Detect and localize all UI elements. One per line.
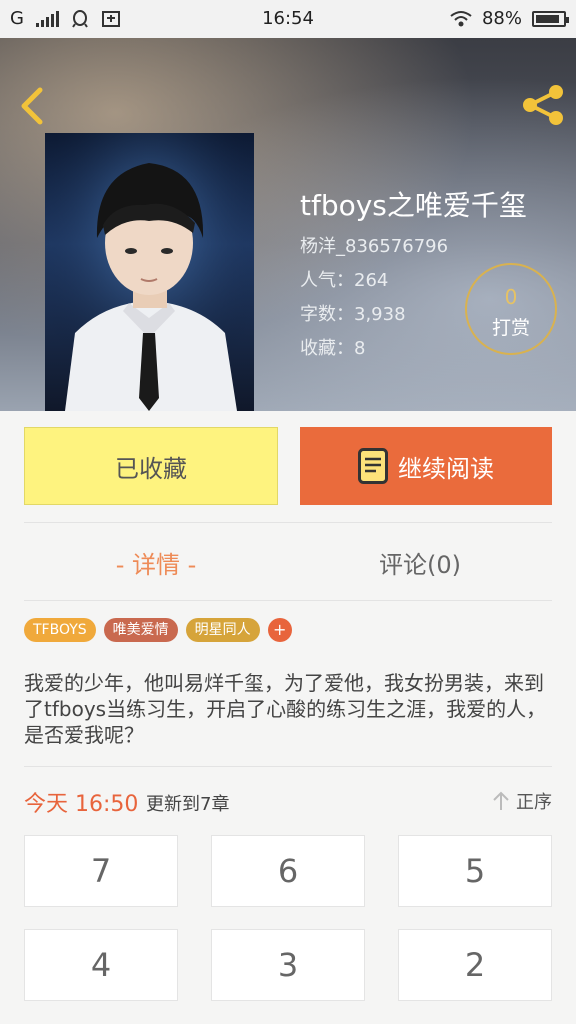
chapter-grid: 7 6 5 4 3 2	[24, 835, 552, 1001]
status-right: 88%	[450, 8, 569, 29]
favorited-label: 已收藏	[115, 454, 187, 483]
arrow-up-icon	[493, 791, 509, 810]
favorited-button[interactable]: 已收藏	[24, 427, 278, 505]
reward-label: 打赏	[491, 317, 530, 339]
divider-tabs	[24, 600, 552, 601]
update-time: 今天 16:50	[24, 792, 139, 817]
tab-comments[interactable]: 评论(0)	[288, 545, 552, 580]
tag-chip[interactable]: TFBOYS	[24, 618, 96, 642]
chapter-button[interactable]: 4	[24, 929, 178, 1001]
share-icon	[523, 85, 563, 125]
wifi-icon	[450, 10, 472, 26]
sort-order-toggle[interactable]: 正序	[492, 788, 552, 814]
tag-list: TFBOYS 唯美爱情 明星同人 +	[24, 618, 292, 642]
tag-chip[interactable]: 唯美爱情	[103, 618, 178, 642]
book-cover	[45, 133, 254, 411]
chapter-button[interactable]: 5	[398, 835, 552, 907]
update-status: 更新到7章	[146, 794, 230, 815]
chevron-left-icon	[21, 87, 43, 125]
book-header: tfboys之唯爱千玺 杨洋_836576796 人气：264 字数：3,938…	[0, 38, 576, 411]
book-author[interactable]: 杨洋_836576796	[300, 232, 448, 258]
battery-fill	[536, 14, 559, 23]
add-tag-button[interactable]: +	[267, 618, 292, 642]
tag-chip[interactable]: 明星同人	[185, 618, 260, 642]
chapter-button[interactable]: 7	[24, 835, 178, 907]
divider-top	[24, 522, 552, 523]
status-bar: G 16:54 88%	[0, 0, 576, 38]
chapter-button[interactable]: 2	[398, 929, 552, 1001]
continue-reading-label: 继续阅读	[398, 454, 494, 483]
continue-reading-button[interactable]: 继续阅读	[300, 427, 552, 505]
cover-portrait	[45, 133, 254, 411]
battery-icon	[532, 10, 569, 27]
book-description: 我爱的少年，他叫易烊千玺，为了爱他，我女扮男装，来到了tfboys当练习生，开启…	[24, 671, 547, 747]
divider-desc	[24, 766, 552, 767]
reward-count: 0	[504, 285, 518, 309]
chapter-button[interactable]: 3	[211, 929, 365, 1001]
book-popularity: 人气：264	[300, 270, 389, 291]
reward-button[interactable]: 0 打赏	[465, 263, 557, 355]
share-button[interactable]	[520, 82, 566, 128]
tab-detail[interactable]: - 详情 -	[24, 545, 288, 580]
sort-order-label: 正序	[516, 792, 552, 813]
book-icon	[358, 448, 388, 484]
battery-percent: 88%	[481, 8, 522, 29]
book-word-count: 字数：3,938	[300, 304, 406, 325]
chapter-button[interactable]: 6	[211, 835, 365, 907]
book-title: tfboys之唯爱千玺	[300, 189, 527, 222]
back-button[interactable]	[16, 84, 48, 128]
book-favorites: 收藏：8	[300, 338, 366, 359]
